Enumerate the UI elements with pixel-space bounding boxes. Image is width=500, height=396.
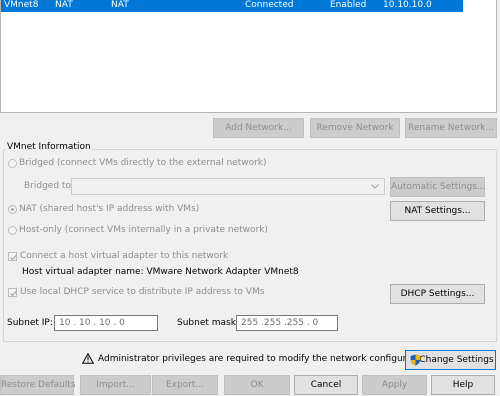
dhcp-cell: Enabled [330, 0, 367, 10]
ok-button[interactable]: OK [224, 375, 290, 395]
warning-icon [82, 353, 94, 364]
nat-radio-label: NAT (shared host's IP address with VMs) [19, 204, 200, 214]
import-button[interactable]: Import... [80, 375, 151, 395]
admin-privileges-notice: Administrator privileges are required to… [98, 354, 432, 364]
bridged-radio[interactable] [8, 159, 17, 168]
subnet-ip-field[interactable]: 10 . 10 . 10 . 0 [54, 315, 158, 331]
network-row-vmnet8[interactable]: VMnet8 NAT NAT Connected Enabled 10.10.1… [1, 0, 463, 12]
change-settings-label: Change Settings [419, 355, 494, 365]
bridged-radio-label: Bridged (connect VMs directly to the ext… [19, 158, 267, 168]
subnet-mask-field[interactable]: 255 .255 .255 . 0 [236, 315, 338, 331]
network-name-cell: VMnet8 [4, 0, 39, 10]
host-only-radio[interactable] [8, 226, 17, 235]
vmnet-info-title: VMnet Information [6, 142, 92, 153]
rename-network-button[interactable]: Rename Network... [405, 118, 497, 138]
subnet-ip-label: Subnet IP: [7, 318, 53, 328]
adapter-name-text: Host virtual adapter name: VMware Networ… [22, 267, 299, 277]
dhcp-checkbox[interactable] [8, 288, 17, 297]
help-button[interactable]: Help [431, 375, 495, 395]
external-connection-cell: NAT [111, 0, 129, 10]
bridged-to-select[interactable] [71, 178, 385, 195]
bridged-to-label: Bridged to: [24, 181, 74, 191]
virtual-network-list[interactable]: VMnet8 NAT NAT Connected Enabled 10.10.1… [0, 0, 497, 113]
checkmark-icon [10, 254, 17, 261]
automatic-settings-button[interactable]: Automatic Settings... [390, 177, 486, 197]
host-connection-cell: Connected [245, 0, 294, 10]
restore-defaults-button[interactable]: Restore Defaults [0, 375, 76, 395]
connect-adapter-checkbox[interactable] [8, 252, 17, 261]
checkmark-icon [10, 290, 17, 297]
nat-radio[interactable] [8, 205, 17, 214]
dhcp-settings-button[interactable]: DHCP Settings... [390, 284, 485, 304]
export-button[interactable]: Export... [152, 375, 218, 395]
subnet-mask-label: Subnet mask: [177, 318, 239, 328]
network-type-cell: NAT [55, 0, 73, 10]
nat-settings-button[interactable]: NAT Settings... [390, 201, 485, 221]
chevron-down-icon [371, 184, 379, 189]
add-network-button[interactable]: Add Network... [213, 118, 304, 138]
connect-adapter-label: Connect a host virtual adapter to this n… [20, 251, 229, 261]
remove-network-button[interactable]: Remove Network [310, 118, 400, 138]
uac-shield-icon [410, 354, 421, 366]
cancel-button[interactable]: Cancel [294, 375, 358, 395]
dhcp-label: Use local DHCP service to distribute IP … [20, 287, 265, 297]
host-only-radio-label: Host-only (connect VMs internally in a p… [19, 225, 268, 235]
subnet-cell: 10.10.10.0 [383, 0, 432, 10]
change-settings-button[interactable]: Change Settings [405, 350, 496, 370]
apply-button[interactable]: Apply [362, 375, 427, 395]
